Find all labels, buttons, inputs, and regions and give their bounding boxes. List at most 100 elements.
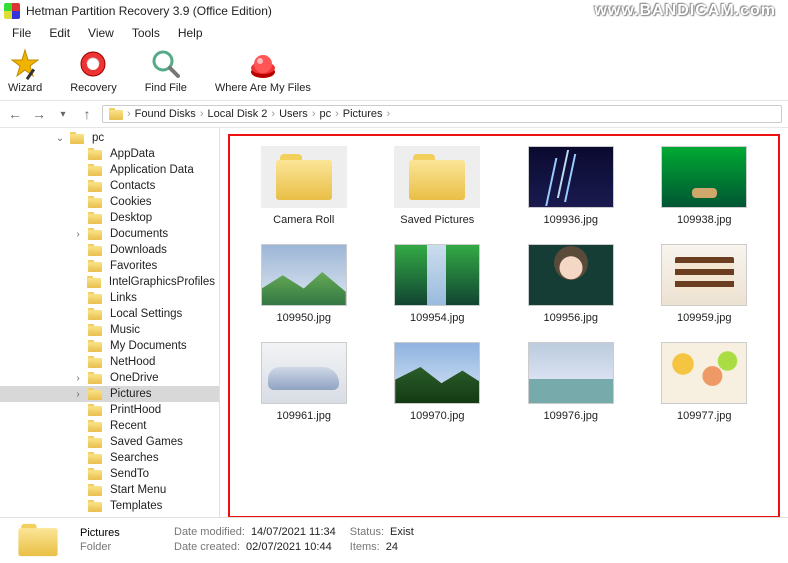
folder-icon: [88, 164, 102, 176]
folder-icon: [88, 244, 102, 256]
tree-item[interactable]: Saved Games: [0, 434, 219, 450]
tree-item[interactable]: Templates: [0, 498, 219, 514]
tree-item-label: Local Settings: [106, 307, 186, 321]
item-label: 109938.jpg: [677, 214, 731, 226]
date-modified-label: Date modified:: [174, 526, 245, 538]
wizard-button[interactable]: Wizard: [8, 48, 42, 94]
tree-item[interactable]: Downloads: [0, 242, 219, 258]
date-created-label: Date created:: [174, 541, 240, 553]
chevron-right-icon: ›: [387, 108, 391, 120]
status-bar: Pictures Folder Date modified: 14/07/202…: [0, 517, 788, 561]
menu-view[interactable]: View: [80, 24, 122, 42]
tree-root[interactable]: ⌄pc: [0, 130, 219, 146]
folder-icon: [88, 340, 102, 352]
status-name: Pictures: [80, 527, 160, 539]
folder-icon: [88, 228, 102, 240]
tree-item[interactable]: Searches: [0, 450, 219, 466]
tree-item[interactable]: NetHood: [0, 354, 219, 370]
folder-icon: [88, 404, 102, 416]
status-value: Exist: [390, 526, 414, 538]
file-item[interactable]: 109954.jpg: [376, 240, 500, 328]
menu-file[interactable]: File: [4, 24, 39, 42]
status-type: Folder: [80, 541, 160, 553]
menu-tools[interactable]: Tools: [124, 24, 168, 42]
tree-item[interactable]: IntelGraphicsProfiles: [0, 274, 219, 290]
file-item[interactable]: 109938.jpg: [643, 142, 767, 230]
folder-icon: [88, 212, 102, 224]
nav-forward[interactable]: →: [30, 105, 48, 123]
file-item[interactable]: 109961.jpg: [242, 338, 366, 426]
folder-icon: [87, 276, 100, 288]
tree-item[interactable]: Application Data: [0, 162, 219, 178]
crumb-local-disk[interactable]: Local Disk 2: [207, 108, 267, 120]
tree-item[interactable]: Cookies: [0, 194, 219, 210]
crumb-found-disks[interactable]: Found Disks: [135, 108, 196, 120]
tree-item-label: IntelGraphicsProfiles: [105, 275, 219, 289]
tree-item[interactable]: Favorites: [0, 258, 219, 274]
date-modified-value: 14/07/2021 11:34: [251, 526, 336, 538]
tree-item[interactable]: Music: [0, 322, 219, 338]
folder-icon: [88, 180, 102, 192]
file-item[interactable]: 109977.jpg: [643, 338, 767, 426]
tree-item[interactable]: ›Documents: [0, 226, 219, 242]
folder-icon: [88, 356, 102, 368]
file-item[interactable]: 109956.jpg: [509, 240, 633, 328]
tree-item[interactable]: AppData: [0, 146, 219, 162]
folder-icon: [88, 452, 102, 464]
nav-history[interactable]: ▾: [54, 105, 72, 123]
menubar: File Edit View Tools Help: [0, 22, 788, 44]
recovery-button[interactable]: Recovery: [70, 48, 116, 94]
file-item[interactable]: 109970.jpg: [376, 338, 500, 426]
file-item[interactable]: 109959.jpg: [643, 240, 767, 328]
file-item[interactable]: 109936.jpg: [509, 142, 633, 230]
folder-icon: [109, 108, 123, 120]
chevron-right-icon: ›: [127, 108, 131, 120]
folder-icon: [88, 388, 102, 400]
find-file-icon: [150, 48, 182, 80]
item-label: 109956.jpg: [544, 312, 598, 324]
tree-item[interactable]: Local Settings: [0, 306, 219, 322]
tree-item[interactable]: › Pictures: [0, 386, 219, 402]
file-item[interactable]: 109950.jpg: [242, 240, 366, 328]
tree-item[interactable]: My Documents: [0, 338, 219, 354]
tree-item[interactable]: Start Menu: [0, 482, 219, 498]
find-file-label: Find File: [145, 82, 187, 94]
navbar: ← → ▾ ↑ › Found Disks › Local Disk 2 › U…: [0, 100, 788, 128]
crumb-users[interactable]: Users: [279, 108, 308, 120]
folder-item[interactable]: Saved Pictures: [376, 142, 500, 230]
items-value: 24: [386, 541, 398, 553]
chevron-right-icon[interactable]: ›: [72, 373, 84, 384]
menu-edit[interactable]: Edit: [41, 24, 78, 42]
tree-item[interactable]: ›OneDrive: [0, 370, 219, 386]
tree-item[interactable]: Contacts: [0, 178, 219, 194]
where-files-icon: [247, 48, 279, 80]
chevron-right-icon[interactable]: ›: [72, 389, 84, 400]
chevron-right-icon[interactable]: ›: [72, 229, 84, 240]
folder-item[interactable]: Camera Roll: [242, 142, 366, 230]
tree-item-label: Start Menu: [106, 483, 170, 497]
tree-item-label: Recent: [106, 419, 150, 433]
tree-item-label: Links: [106, 291, 141, 305]
menu-help[interactable]: Help: [170, 24, 211, 42]
crumb-pictures[interactable]: Pictures: [343, 108, 383, 120]
image-thumbnail: [661, 244, 747, 306]
nav-up[interactable]: ↑: [78, 105, 96, 123]
status-label: Status:: [350, 526, 384, 538]
folder-tree[interactable]: ⌄pcAppDataApplication DataContactsCookie…: [0, 128, 220, 526]
nav-back[interactable]: ←: [6, 105, 24, 123]
breadcrumb[interactable]: › Found Disks › Local Disk 2 › Users › p…: [102, 105, 782, 123]
tree-item-label: Music: [106, 323, 144, 337]
file-item[interactable]: 109976.jpg: [509, 338, 633, 426]
crumb-pc[interactable]: pc: [319, 108, 331, 120]
tree-item[interactable]: Links: [0, 290, 219, 306]
chevron-right-icon: ›: [271, 108, 275, 120]
chevron-down-icon[interactable]: ⌄: [54, 133, 66, 144]
item-label: 109976.jpg: [544, 410, 598, 422]
where-files-button[interactable]: Where Are My Files: [215, 48, 311, 94]
tree-item-label: Pictures: [106, 387, 156, 401]
tree-item[interactable]: PrintHood: [0, 402, 219, 418]
tree-item[interactable]: Recent: [0, 418, 219, 434]
tree-item[interactable]: Desktop: [0, 210, 219, 226]
find-file-button[interactable]: Find File: [145, 48, 187, 94]
tree-item[interactable]: SendTo: [0, 466, 219, 482]
